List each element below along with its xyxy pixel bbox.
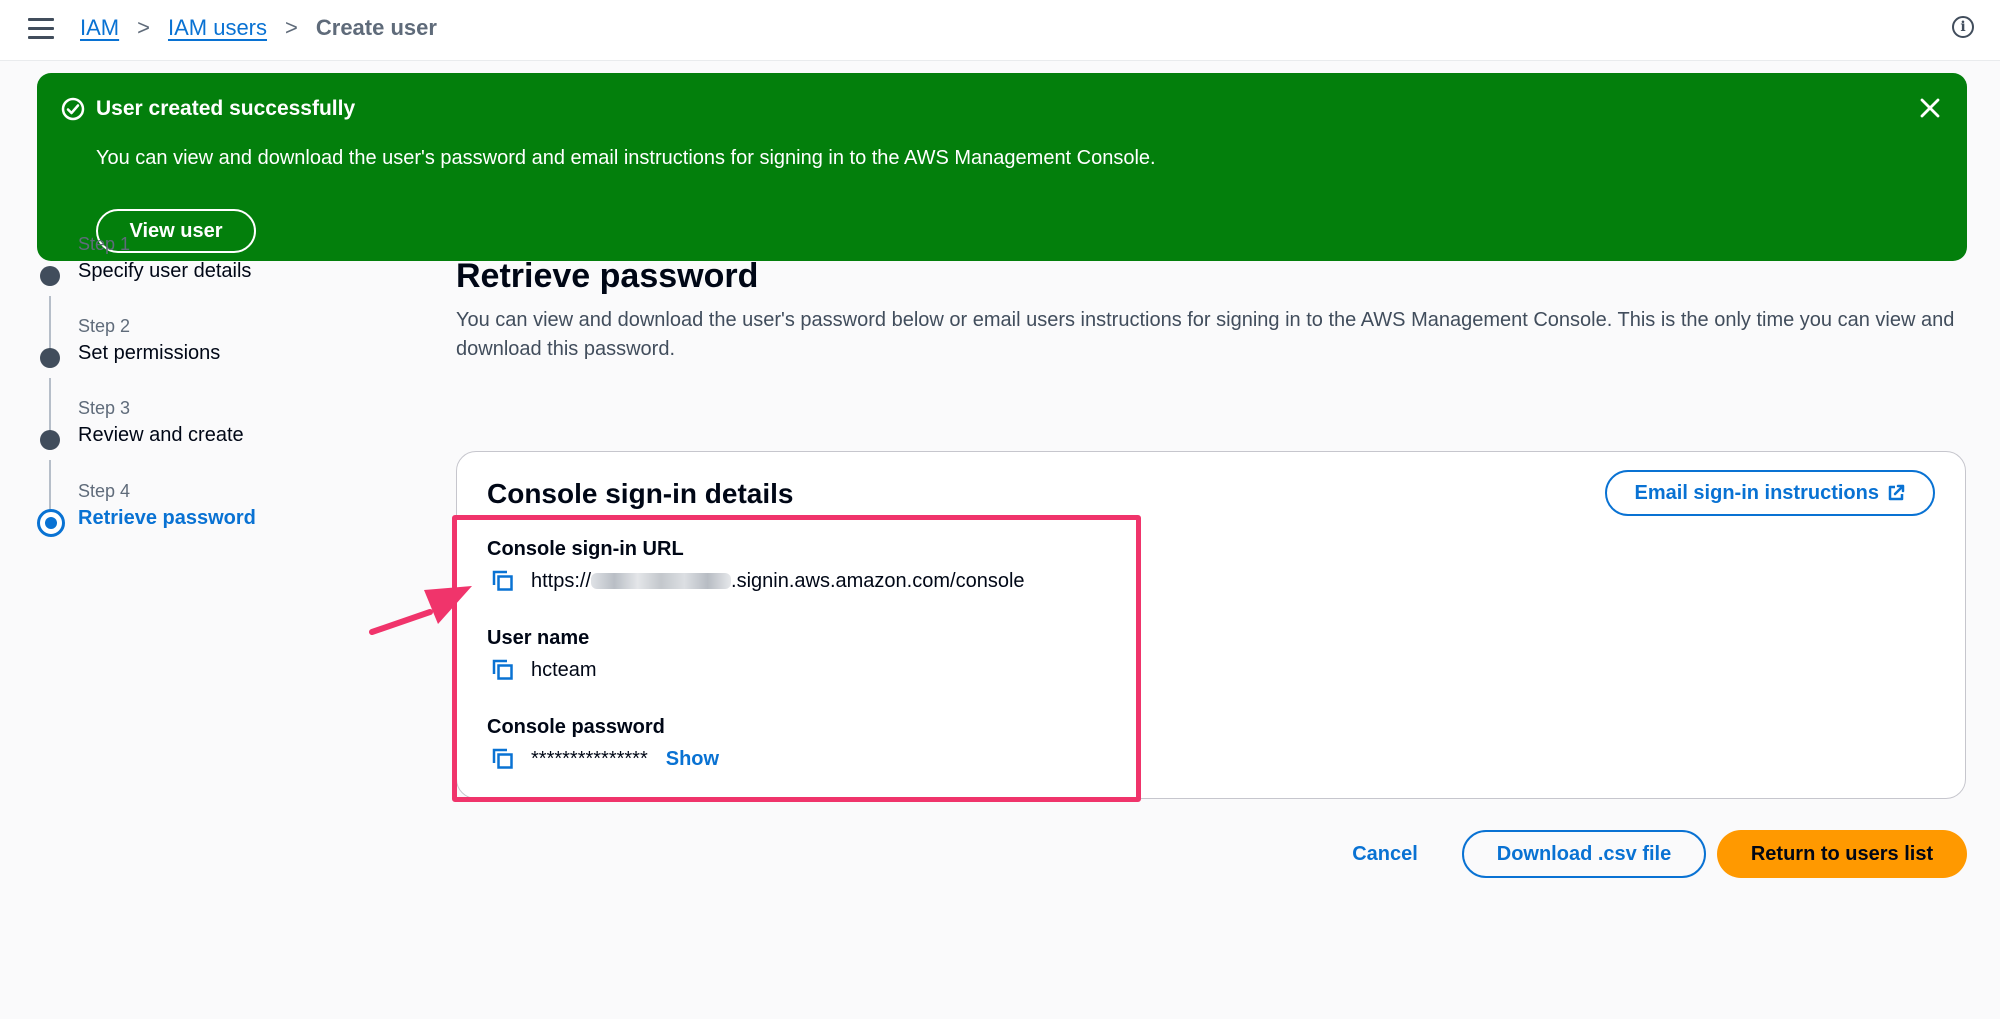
wizard-step-2: Step 2 Set permissions: [0, 312, 400, 392]
copy-icon[interactable]: [491, 658, 515, 682]
step-title: Retrieve password: [78, 507, 256, 529]
user-name-field: User name hcteam: [487, 627, 597, 682]
email-sign-in-button[interactable]: Email sign-in instructions: [1604, 470, 1935, 516]
step-indicator: [40, 348, 60, 368]
chevron-right-icon: >: [285, 15, 298, 40]
step-number: Step 3: [78, 398, 131, 418]
step-title[interactable]: Review and create: [78, 424, 244, 447]
page-description: You can view and download the user's pas…: [456, 309, 1955, 360]
card-title: Console sign-in details: [487, 478, 794, 509]
wizard-step-1: Step 1 Specify user details: [0, 230, 400, 310]
download-csv-button[interactable]: Download .csv file: [1462, 830, 1706, 878]
external-link-icon: [1888, 484, 1905, 501]
wizard-steps: Step 1 Specify user details Step 2 Set p…: [0, 230, 400, 610]
console-sign-in-card: Console sign-in details Email sign-in in…: [456, 451, 1966, 799]
copy-icon[interactable]: [491, 747, 515, 771]
page-title: Retrieve password: [456, 257, 759, 295]
field-label: Console password: [487, 716, 665, 738]
step-indicator-active: [37, 509, 65, 537]
step-number: Step 2: [78, 316, 131, 336]
close-icon[interactable]: [1919, 97, 1941, 119]
step-indicator: [40, 430, 60, 450]
field-label: User name: [487, 627, 590, 649]
step-title[interactable]: Specify user details: [78, 260, 251, 283]
step-indicator: [40, 266, 60, 286]
chevron-right-icon: >: [137, 15, 150, 40]
breadcrumb: IAM > IAM users > Create user: [80, 15, 437, 41]
url-suffix: .signin.aws.amazon.com/console: [731, 569, 1025, 592]
show-password-link[interactable]: Show: [666, 748, 719, 771]
breadcrumb-iam[interactable]: IAM: [80, 15, 119, 41]
info-icon[interactable]: i: [1952, 16, 1974, 38]
email-sign-in-label: Email sign-in instructions: [1634, 482, 1879, 504]
breadcrumb-iam-users[interactable]: IAM users: [168, 15, 267, 41]
sign-in-url-field: Console sign-in URL https:// .signin.aws…: [487, 538, 1025, 593]
redacted-account-id: [591, 573, 732, 589]
password-masked-value: ***************: [531, 747, 648, 770]
hamburger-icon[interactable]: [28, 18, 54, 40]
copy-icon[interactable]: [491, 569, 515, 593]
return-to-users-button[interactable]: Return to users list: [1717, 830, 1967, 878]
url-prefix: https://: [531, 569, 592, 592]
flash-title: User created successfully: [96, 97, 356, 120]
user-name-value: hcteam: [531, 658, 597, 681]
step-number: Step 4: [78, 481, 131, 501]
step-title[interactable]: Set permissions: [78, 342, 220, 365]
cancel-button[interactable]: Cancel: [1342, 830, 1428, 878]
top-navigation: IAM > IAM users > Create user i: [0, 0, 2000, 61]
flash-message: You can view and download the user's pas…: [96, 147, 1156, 169]
field-label: Console sign-in URL: [487, 538, 684, 560]
wizard-step-3: Step 3 Review and create: [0, 394, 400, 474]
console-password-field: Console password *************** Show: [487, 716, 719, 771]
step-number: Step 1: [78, 234, 131, 254]
check-circle-icon: [61, 97, 85, 121]
wizard-step-4: Step 4 Retrieve password: [0, 477, 400, 557]
breadcrumb-current: Create user: [315, 15, 437, 40]
